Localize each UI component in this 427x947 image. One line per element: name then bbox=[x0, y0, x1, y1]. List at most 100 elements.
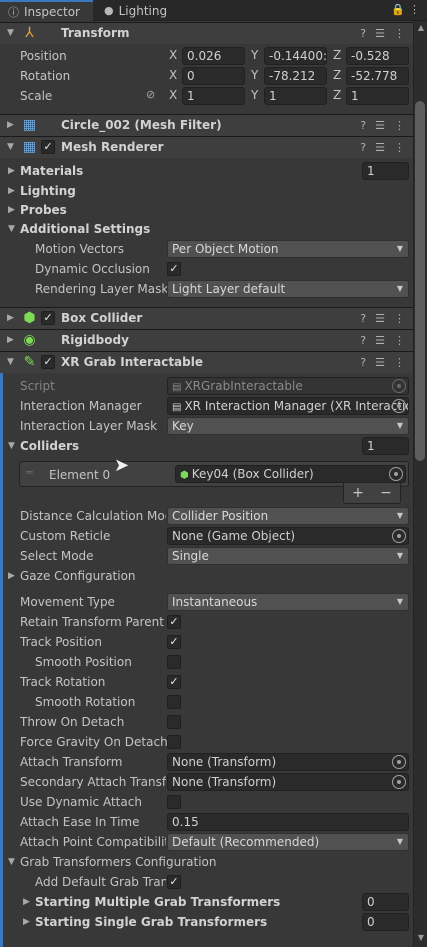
position-x-field[interactable]: 0.026 bbox=[182, 47, 245, 65]
list-add-button[interactable]: + bbox=[352, 485, 364, 501]
object-picker-icon[interactable] bbox=[392, 775, 406, 789]
fold-open-icon[interactable]: ▼ bbox=[8, 219, 18, 239]
select-mode-dropdown[interactable]: Single ▼ bbox=[167, 547, 409, 565]
object-picker-icon[interactable] bbox=[392, 755, 406, 769]
starting-multiple-count-field[interactable]: 0 bbox=[362, 893, 409, 911]
lock-icon[interactable]: 🔒 bbox=[391, 3, 405, 16]
fold-open-icon[interactable]: ▼ bbox=[7, 137, 17, 157]
fold-open-icon[interactable]: ▼ bbox=[8, 436, 18, 456]
attach-point-compat-dropdown[interactable]: Default (Recommended) ▼ bbox=[167, 833, 409, 851]
position-z-field[interactable]: -0.528 bbox=[346, 47, 409, 65]
force-gravity-checkbox[interactable] bbox=[167, 735, 181, 749]
rotation-x-field[interactable]: 0 bbox=[182, 67, 245, 85]
component-menu-icon[interactable]: ⋮ bbox=[394, 334, 405, 347]
help-icon[interactable]: ? bbox=[360, 141, 366, 154]
fold-closed-icon[interactable]: ▶ bbox=[8, 566, 18, 586]
axis-y-label[interactable]: Y bbox=[251, 66, 258, 84]
colliders-count-field[interactable]: 1 bbox=[362, 437, 409, 455]
axis-z-label[interactable]: Z bbox=[333, 66, 341, 84]
mesh-renderer-header[interactable]: ▼ ▦ ✓ Mesh Renderer ? ☰ ⋮ bbox=[0, 136, 413, 158]
fold-closed-icon[interactable]: ▶ bbox=[23, 912, 33, 932]
lighting-foldout[interactable]: ▶ Lighting bbox=[0, 181, 413, 201]
fold-closed-icon[interactable]: ▶ bbox=[7, 330, 17, 350]
help-icon[interactable]: ? bbox=[360, 334, 366, 347]
interaction-layer-mask-dropdown[interactable]: Key ▼ bbox=[167, 417, 409, 435]
fold-closed-icon[interactable]: ▶ bbox=[23, 892, 33, 912]
component-menu-icon[interactable]: ⋮ bbox=[394, 27, 405, 40]
retain-transform-parent-checkbox[interactable]: ✓ bbox=[167, 615, 181, 629]
presets-icon[interactable]: ☰ bbox=[375, 312, 385, 325]
help-icon[interactable]: ? bbox=[360, 119, 366, 132]
drag-handle-icon[interactable]: ═ bbox=[26, 466, 33, 479]
starting-multiple-row[interactable]: ▶ Starting Multiple Grab Transformers 0 bbox=[0, 892, 413, 912]
presets-icon[interactable]: ☰ bbox=[375, 356, 385, 369]
axis-x-label[interactable]: X bbox=[169, 86, 177, 104]
object-picker-icon[interactable] bbox=[392, 399, 406, 413]
starting-single-row[interactable]: ▶ Starting Single Grab Transformers 0 bbox=[0, 912, 413, 932]
axis-y-label[interactable]: Y bbox=[251, 46, 258, 64]
dynamic-occlusion-checkbox[interactable]: ✓ bbox=[167, 262, 181, 276]
rotation-y-field[interactable]: -78.212 bbox=[264, 67, 327, 85]
attach-transform-field[interactable]: None (Transform) bbox=[167, 753, 409, 771]
mesh-filter-header[interactable]: ▶ ▦ Circle_002 (Mesh Filter) ? ☰ ⋮ bbox=[0, 114, 413, 136]
scroll-up-icon[interactable]: ▲ bbox=[418, 23, 424, 32]
fold-closed-icon[interactable]: ▶ bbox=[7, 308, 17, 328]
probes-foldout[interactable]: ▶ Probes bbox=[0, 200, 413, 220]
colliders-row[interactable]: ▼ Colliders 1 bbox=[0, 436, 413, 456]
materials-label[interactable]: Materials bbox=[20, 161, 83, 181]
constrain-proportions-icon[interactable]: ⊘ bbox=[146, 86, 155, 104]
axis-x-label[interactable]: X bbox=[169, 46, 177, 64]
smooth-position-checkbox[interactable] bbox=[167, 655, 181, 669]
fold-closed-icon[interactable]: ▶ bbox=[8, 200, 18, 220]
attach-ease-field[interactable]: 0.15 bbox=[167, 813, 409, 831]
mesh-renderer-enabled-checkbox[interactable]: ✓ bbox=[41, 140, 55, 154]
presets-icon[interactable]: ☰ bbox=[375, 141, 385, 154]
gaze-config-label[interactable]: Gaze Configuration bbox=[20, 566, 136, 586]
component-menu-icon[interactable]: ⋮ bbox=[394, 356, 405, 369]
additional-settings-label[interactable]: Additional Settings bbox=[20, 219, 150, 239]
list-remove-button[interactable]: − bbox=[380, 485, 392, 501]
custom-reticle-field[interactable]: None (Game Object) bbox=[167, 527, 409, 545]
motion-vectors-dropdown[interactable]: Per Object Motion ▼ bbox=[167, 240, 409, 258]
object-picker-icon[interactable] bbox=[392, 529, 406, 543]
fold-open-icon[interactable]: ▼ bbox=[8, 852, 18, 872]
starting-single-label[interactable]: Starting Single Grab Transformers bbox=[35, 912, 267, 932]
help-icon[interactable]: ? bbox=[360, 356, 366, 369]
grab-transformers-foldout[interactable]: ▼ Grab Transformers Configuration bbox=[0, 852, 413, 872]
presets-icon[interactable]: ☰ bbox=[375, 27, 385, 40]
box-collider-enabled-checkbox[interactable]: ✓ bbox=[41, 311, 55, 325]
presets-icon[interactable]: ☰ bbox=[375, 119, 385, 132]
fold-closed-icon[interactable]: ▶ bbox=[8, 181, 18, 201]
distance-calc-dropdown[interactable]: Collider Position ▼ bbox=[167, 507, 409, 525]
scale-x-field[interactable]: 1 bbox=[182, 87, 245, 105]
interaction-manager-field[interactable]: ▤ XR Interaction Manager (XR Interactio bbox=[167, 397, 409, 415]
axis-x-label[interactable]: X bbox=[169, 66, 177, 84]
movement-type-dropdown[interactable]: Instantaneous ▼ bbox=[167, 593, 409, 611]
tab-inspector[interactable]: ⓘ Inspector bbox=[0, 0, 93, 22]
probes-label[interactable]: Probes bbox=[20, 200, 67, 220]
element-0-field[interactable]: ⬢ Key04 (Box Collider) bbox=[175, 465, 406, 483]
component-menu-icon[interactable]: ⋮ bbox=[394, 119, 405, 132]
vertical-scrollbar[interactable]: ▲ ▼ bbox=[413, 21, 427, 947]
grab-transformers-label[interactable]: Grab Transformers Configuration bbox=[20, 852, 216, 872]
starting-single-count-field[interactable]: 0 bbox=[362, 913, 409, 931]
add-default-grab-checkbox[interactable]: ✓ bbox=[167, 875, 181, 889]
object-picker-icon[interactable] bbox=[389, 467, 403, 481]
throw-on-detach-checkbox[interactable] bbox=[167, 715, 181, 729]
gaze-config-foldout[interactable]: ▶ Gaze Configuration bbox=[0, 566, 413, 586]
rotation-z-field[interactable]: -52.778 bbox=[346, 67, 409, 85]
xr-grab-enabled-checkbox[interactable]: ✓ bbox=[41, 355, 55, 369]
use-dynamic-attach-checkbox[interactable] bbox=[167, 795, 181, 809]
box-collider-header[interactable]: ▶ ⬢ ✓ Box Collider ? ☰ ⋮ bbox=[0, 307, 413, 329]
axis-y-label[interactable]: Y bbox=[251, 86, 258, 104]
rendering-layer-mask-dropdown[interactable]: Light Layer default ▼ bbox=[167, 280, 409, 298]
xr-grab-interactable-header[interactable]: ▼ ✎ ✓ XR Grab Interactable ? ☰ ⋮ bbox=[0, 351, 413, 373]
fold-closed-icon[interactable]: ▶ bbox=[7, 115, 17, 135]
more-options-icon[interactable]: ⋮ bbox=[409, 3, 420, 16]
fold-closed-icon[interactable]: ▶ bbox=[8, 161, 18, 181]
scale-z-field[interactable]: 1 bbox=[346, 87, 409, 105]
component-menu-icon[interactable]: ⋮ bbox=[394, 312, 405, 325]
fold-open-icon[interactable]: ▼ bbox=[7, 23, 17, 43]
track-position-checkbox[interactable]: ✓ bbox=[167, 635, 181, 649]
fold-open-icon[interactable]: ▼ bbox=[7, 352, 17, 372]
